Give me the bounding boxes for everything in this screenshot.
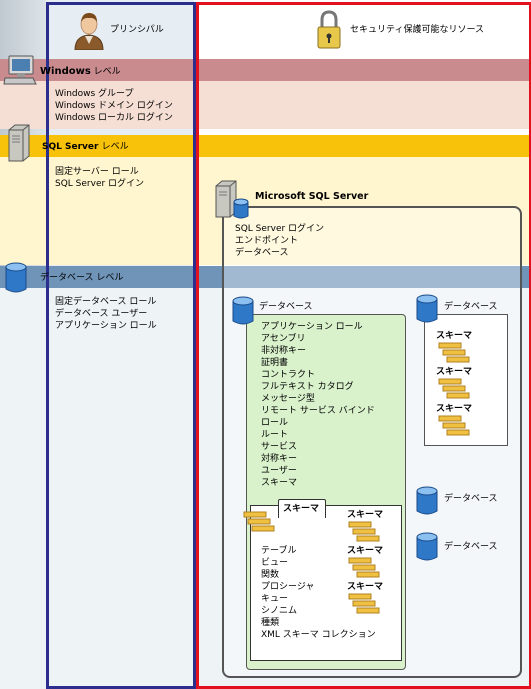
server-icon <box>7 124 31 162</box>
database-securable-item: アプリケーション ロール <box>261 322 363 332</box>
database-secondary-title: データベース <box>444 302 498 312</box>
schema-icon <box>438 415 472 437</box>
schema-small-label: スキーマ <box>347 510 384 520</box>
schema-icon <box>348 557 382 579</box>
database-securable-item: ルート <box>261 430 289 440</box>
database-icon <box>5 262 27 294</box>
schema-small-label: スキーマ <box>347 546 384 556</box>
sql-server-instance-title: Microsoft SQL Server <box>255 191 369 202</box>
database-level-label: データベース レベル <box>40 273 124 283</box>
user-icon <box>72 10 106 50</box>
windows-principal-list: Windows グループ Windows ドメイン ログイン Windows ロ… <box>55 88 173 124</box>
windows-principal-item: Windows ドメイン ログイン <box>55 101 173 111</box>
database-securable-item: ユーザー <box>261 466 297 476</box>
database-securable-item: サービス <box>261 442 298 452</box>
database-securable-list: アプリケーション ロール アセンブリ 非対称キー 証明書 コントラクト フルテキ… <box>261 321 375 489</box>
database-box-title: データベース <box>259 302 313 312</box>
computer-icon <box>3 54 37 86</box>
database-icon <box>416 532 438 562</box>
server-securable-item: データベース <box>235 248 289 258</box>
schema-box-title: スキーマ <box>283 504 320 514</box>
sql-principal-item: SQL Server ログイン <box>55 179 145 189</box>
server-securable-list: SQL Server ログイン エンドポイント データベース <box>235 223 324 259</box>
sql-principal-item: 固定サーバー ロール <box>55 167 139 177</box>
schema-small-label: スキーマ <box>436 404 473 414</box>
schema-icon <box>348 593 382 615</box>
database-icon <box>232 296 254 326</box>
database-extra-label: データベース <box>444 494 498 504</box>
database-securable-item: 対称キー <box>261 454 298 464</box>
schema-icon <box>438 378 472 400</box>
sql-server-level-label: SQL Server レベル <box>42 142 129 152</box>
lock-icon <box>316 10 342 50</box>
database-securable-item: 非対称キー <box>261 346 307 356</box>
principal-column-title: プリンシパル <box>110 25 164 35</box>
resource-column-title: セキュリティ保護可能なリソース <box>350 25 485 35</box>
schema-securable-item: 種類 <box>261 618 280 628</box>
database-securable-item: コントラクト <box>261 370 316 380</box>
schema-icon <box>438 342 472 364</box>
server-securable-item: エンドポイント <box>235 236 299 246</box>
database-principal-list: 固定データベース ロール データベース ユーザー アプリケーション ロール <box>55 296 157 332</box>
windows-principal-item: Windows グループ <box>55 89 134 99</box>
database-extra-label: データベース <box>444 542 498 552</box>
database-principal-item: アプリケーション ロール <box>55 321 157 331</box>
schema-small-label: スキーマ <box>436 331 473 341</box>
schema-securable-item: XML スキーマ コレクション <box>261 630 376 640</box>
schema-icon <box>348 521 382 543</box>
windows-level-label: Windows レベル <box>40 66 121 77</box>
database-principal-item: データベース ユーザー <box>55 309 148 319</box>
server-database-icon <box>214 180 250 222</box>
database-principal-item: 固定データベース ロール <box>55 297 157 307</box>
schema-icon <box>243 511 277 533</box>
sql-principal-list: 固定サーバー ロール SQL Server ログイン <box>55 166 144 190</box>
database-securable-item: スキーマ <box>261 478 298 488</box>
database-securable-item: アセンブリ <box>261 334 306 344</box>
database-icon <box>416 486 438 516</box>
windows-principal-item: Windows ローカル ログイン <box>55 113 173 123</box>
schema-small-label: スキーマ <box>347 582 384 592</box>
schema-small-label: スキーマ <box>436 367 473 377</box>
server-securable-item: SQL Server ログイン <box>235 224 325 234</box>
database-securable-item: フルテキスト カタログ <box>261 382 354 392</box>
database-icon <box>416 294 438 324</box>
database-securable-item: リモート サービス バインド <box>261 406 375 416</box>
database-securable-item: 証明書 <box>261 358 289 368</box>
database-securable-item: ロール <box>261 418 289 428</box>
database-securable-item: メッセージ型 <box>261 394 315 404</box>
